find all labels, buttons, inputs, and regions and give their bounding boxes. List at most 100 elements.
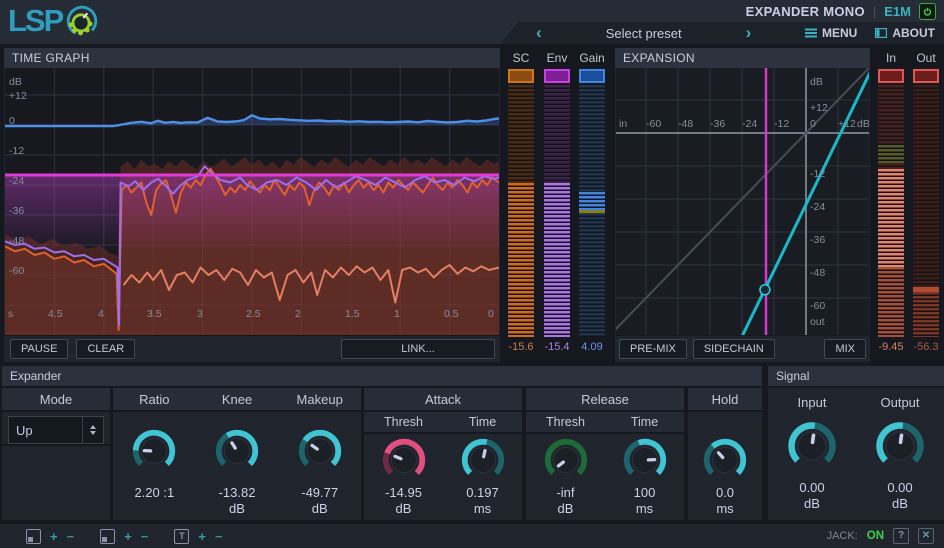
graph-scale-minus-button[interactable]: − [67, 530, 75, 543]
menu-icon [804, 28, 817, 38]
mode-value: Up [16, 422, 33, 438]
status-bar: + − + − T + − JACK: ON ? ✕ [0, 524, 944, 548]
out-meter-value: -56.3 [913, 341, 939, 353]
signal-body: Input 0.00 dB Output 0.00 dB [768, 388, 944, 520]
attack-subheader: Thresh Time [364, 412, 522, 432]
jack-state: ON [866, 530, 884, 542]
gain-meter-bar [579, 85, 605, 337]
meter-segment [878, 85, 904, 145]
preset-prev-icon[interactable]: ‹ [532, 23, 546, 43]
attack-time-label: Time [468, 415, 497, 429]
meter-segment [878, 145, 904, 163]
attack-body: -14.95 dB 0.197 ms [364, 434, 522, 520]
meter-segment [544, 85, 570, 183]
sc-meter-value: -15.6 [508, 341, 534, 353]
out-meter-bar [913, 85, 939, 337]
ui-scale-group: + − [100, 528, 149, 544]
attack-thresh-value: -14.95 [385, 485, 422, 500]
makeup-knob[interactable] [295, 426, 345, 476]
mode-spinner-icon[interactable] [82, 417, 103, 443]
release-body: -inf dB 100 ms [526, 434, 684, 520]
plugin-title: EXPANDER MONO [745, 3, 865, 19]
sc-meter-bar [508, 85, 534, 337]
meter-segment [579, 192, 605, 210]
expansion-title: EXPANSION [615, 48, 870, 68]
sidechain-button[interactable]: SIDECHAIN [692, 339, 775, 359]
pause-button[interactable]: PAUSE [10, 339, 69, 359]
mode-select[interactable]: Up [8, 416, 104, 444]
signal-output-value: 0.00 [887, 480, 913, 495]
in-meter-cap [878, 69, 904, 83]
gain-meter-cap [579, 69, 605, 83]
attack-time-knob[interactable] [458, 435, 508, 485]
out-meter-label: Out [916, 51, 936, 65]
clear-button[interactable]: CLEAR [76, 339, 136, 359]
lsp-logo[interactable]: LSP [8, 2, 101, 40]
time-graph-panel: TIME GRAPH dB +12 0 -12 -24 -36 -48 -60 s 4.5 4 3.5… [4, 48, 500, 362]
meter-segment [878, 267, 904, 337]
ratio-value: 2.20 :1 [134, 485, 175, 500]
font-scale-group: T + − [174, 528, 223, 544]
menu-button[interactable]: MENU [796, 22, 866, 44]
preset-next-icon[interactable]: › [742, 23, 756, 43]
signal-section-title: Signal [768, 366, 944, 386]
meter-segment [508, 85, 534, 183]
release-thresh-knob[interactable] [541, 435, 591, 485]
rkm-body: 2.20 :1 -13.82 dB -49.77 dB [113, 412, 361, 520]
meter-segment [508, 183, 534, 337]
logo-text: LSP [8, 3, 64, 38]
signal-output-knob[interactable] [872, 418, 928, 474]
release-subheader: Thresh Time [526, 412, 684, 432]
preset-name[interactable]: Select preset [546, 26, 742, 41]
ui-scale-icon[interactable] [100, 528, 116, 544]
makeup-label: Makeup [296, 391, 343, 407]
font-scale-minus-button[interactable]: − [215, 530, 223, 543]
font-scale-icon[interactable]: T [174, 528, 190, 544]
release-thresh-label: Thresh [546, 415, 585, 429]
sc-meter: SC -15.6 [508, 48, 534, 353]
gain-meter-value: 4.09 [581, 341, 603, 353]
knee-knob[interactable] [212, 426, 262, 476]
release-time-knob[interactable] [620, 435, 670, 485]
mix-button[interactable]: MIX [824, 339, 866, 359]
gear-knob-icon [63, 2, 101, 40]
font-scale-plus-button[interactable]: + [198, 530, 206, 543]
graph-scale-group: + − [26, 528, 75, 544]
about-button[interactable]: ABOUT [866, 22, 944, 44]
graph-scale-plus-button[interactable]: + [50, 530, 58, 543]
expansion-footer: PRE-MIX SIDECHAIN MIX [615, 335, 870, 362]
out-meter: Out -56.3 [913, 48, 939, 353]
time-graph-title: TIME GRAPH [4, 48, 500, 68]
time-graph-plot: dB +12 0 -12 -24 -36 -48 -60 s 4.5 4 3.5 3 2.5 2 1.5 1 0.… [5, 68, 499, 335]
ui-scale-minus-button[interactable]: − [141, 530, 149, 543]
menu-label: MENU [821, 26, 858, 40]
makeup-value: -49.77 [301, 485, 339, 500]
hold-knob[interactable] [700, 435, 750, 485]
jack-disconnect-icon[interactable]: ✕ [918, 528, 934, 544]
in-meter-value: -9.45 [878, 341, 904, 353]
signal-input-knob[interactable] [784, 418, 840, 474]
expansion-plot: in -60 -48 -36 -24 -12 0 +12 dB dB +12 -12 -24 -36 -48… [616, 68, 869, 335]
in-meter: In -9.45 [878, 48, 904, 353]
meter-segment [878, 169, 904, 267]
top-bar: LSP EXPANDER MONO | E1M ‹ Select preset … [0, 0, 944, 44]
jack-status: JACK: ON ? ✕ [827, 528, 934, 544]
sc-meter-label: SC [512, 51, 530, 65]
env-meter-value: -15.4 [544, 341, 570, 353]
ratio-knob[interactable] [129, 426, 179, 476]
hold-value: 0.0 [715, 485, 735, 500]
graph-scale-icon[interactable] [26, 528, 41, 544]
link-button[interactable]: LINK... [341, 339, 495, 359]
env-meter: Env -15.4 [544, 48, 570, 353]
out-meter-cap [913, 69, 939, 83]
premix-button[interactable]: PRE-MIX [619, 339, 687, 359]
attack-time-value: 0.197 [466, 485, 499, 500]
attack-thresh-knob[interactable] [379, 435, 429, 485]
ui-scale-plus-button[interactable]: + [124, 530, 132, 543]
help-icon[interactable]: ? [893, 528, 909, 544]
power-icon[interactable] [919, 2, 936, 20]
plugin-window: LSP EXPANDER MONO | E1M ‹ Select preset … [0, 0, 944, 548]
signal-output-unit: dB [892, 496, 908, 511]
attack-thresh-unit: dB [395, 501, 412, 516]
makeup-unit: dB [311, 501, 328, 516]
